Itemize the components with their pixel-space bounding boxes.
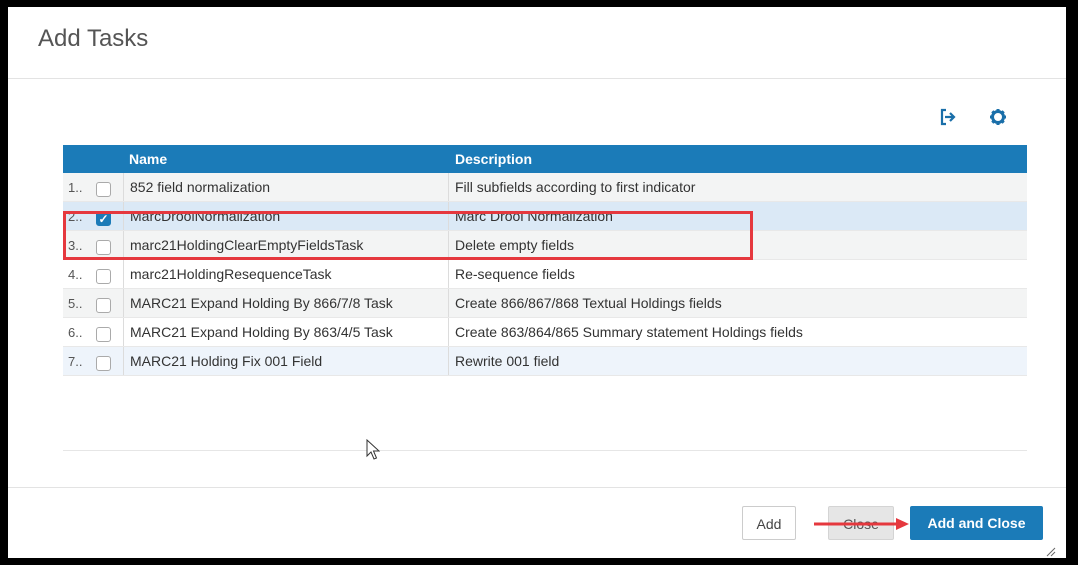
footer-divider: [8, 487, 1066, 488]
task-description: Rewrite 001 field: [448, 347, 1027, 375]
task-description: Delete empty fields: [448, 231, 1027, 259]
row-number: 2..: [68, 209, 83, 224]
add-tasks-dialog: Add Tasks Name Description 1.. 852 field…: [8, 7, 1066, 558]
row-checkbox[interactable]: [96, 298, 111, 313]
row-checkbox[interactable]: [96, 240, 111, 255]
row-number: 5..: [68, 296, 83, 311]
task-description: Create 866/867/868 Textual Holdings fiel…: [448, 289, 1027, 317]
row-number: 3..: [68, 238, 83, 253]
grid-bottom-divider: [63, 450, 1027, 451]
header-num-cell: [63, 145, 93, 173]
row-checkbox-checked[interactable]: ✓: [96, 211, 111, 226]
task-description: Marc Drool Normalization: [448, 202, 1027, 230]
task-name: MARC21 Holding Fix 001 Field: [123, 347, 448, 375]
mouse-cursor-icon: [366, 438, 381, 466]
table-row[interactable]: 4.. marc21HoldingResequenceTask Re-seque…: [63, 260, 1027, 289]
task-name: marc21HoldingResequenceTask: [123, 260, 448, 288]
grid-header: Name Description: [63, 145, 1027, 173]
task-name: MARC21 Expand Holding By 866/7/8 Task: [123, 289, 448, 317]
row-number: 7..: [68, 354, 83, 369]
row-number: 4..: [68, 267, 83, 282]
table-row[interactable]: 5.. MARC21 Expand Holding By 866/7/8 Tas…: [63, 289, 1027, 318]
task-description: Re-sequence fields: [448, 260, 1027, 288]
header-divider: [8, 78, 1066, 79]
table-row[interactable]: 2.. ✓ MarcDroolNormalization Marc Drool …: [63, 202, 1027, 231]
resize-handle-icon[interactable]: [1044, 544, 1056, 562]
task-name: MARC21 Expand Holding By 863/4/5 Task: [123, 318, 448, 346]
gear-icon[interactable]: [988, 107, 1008, 127]
row-checkbox[interactable]: [96, 327, 111, 342]
task-name: marc21HoldingClearEmptyFieldsTask: [123, 231, 448, 259]
table-row[interactable]: 3.. marc21HoldingClearEmptyFieldsTask De…: [63, 231, 1027, 260]
task-name: MarcDroolNormalization: [123, 202, 448, 230]
row-checkbox[interactable]: [96, 182, 111, 197]
arrow-annotation-icon: [814, 517, 910, 536]
table-row[interactable]: 7.. MARC21 Holding Fix 001 Field Rewrite…: [63, 347, 1027, 376]
tasks-grid: Name Description 1.. 852 field normaliza…: [63, 145, 1027, 376]
column-header-description[interactable]: Description: [448, 145, 1027, 173]
row-number: 1..: [68, 180, 83, 195]
task-description: Fill subfields according to first indica…: [448, 173, 1027, 201]
task-description: Create 863/864/865 Summary statement Hol…: [448, 318, 1027, 346]
header-check-cell: [93, 145, 123, 173]
add-and-close-button[interactable]: Add and Close: [910, 506, 1043, 540]
row-checkbox[interactable]: [96, 356, 111, 371]
add-button[interactable]: Add: [742, 506, 796, 540]
row-number: 6..: [68, 325, 83, 340]
table-row[interactable]: 1.. 852 field normalization Fill subfiel…: [63, 173, 1027, 202]
dialog-title: Add Tasks: [38, 25, 149, 52]
row-checkbox[interactable]: [96, 269, 111, 284]
table-row[interactable]: 6.. MARC21 Expand Holding By 863/4/5 Tas…: [63, 318, 1027, 347]
column-header-name[interactable]: Name: [123, 145, 448, 173]
task-name: 852 field normalization: [123, 173, 448, 201]
export-icon[interactable]: [938, 107, 958, 127]
